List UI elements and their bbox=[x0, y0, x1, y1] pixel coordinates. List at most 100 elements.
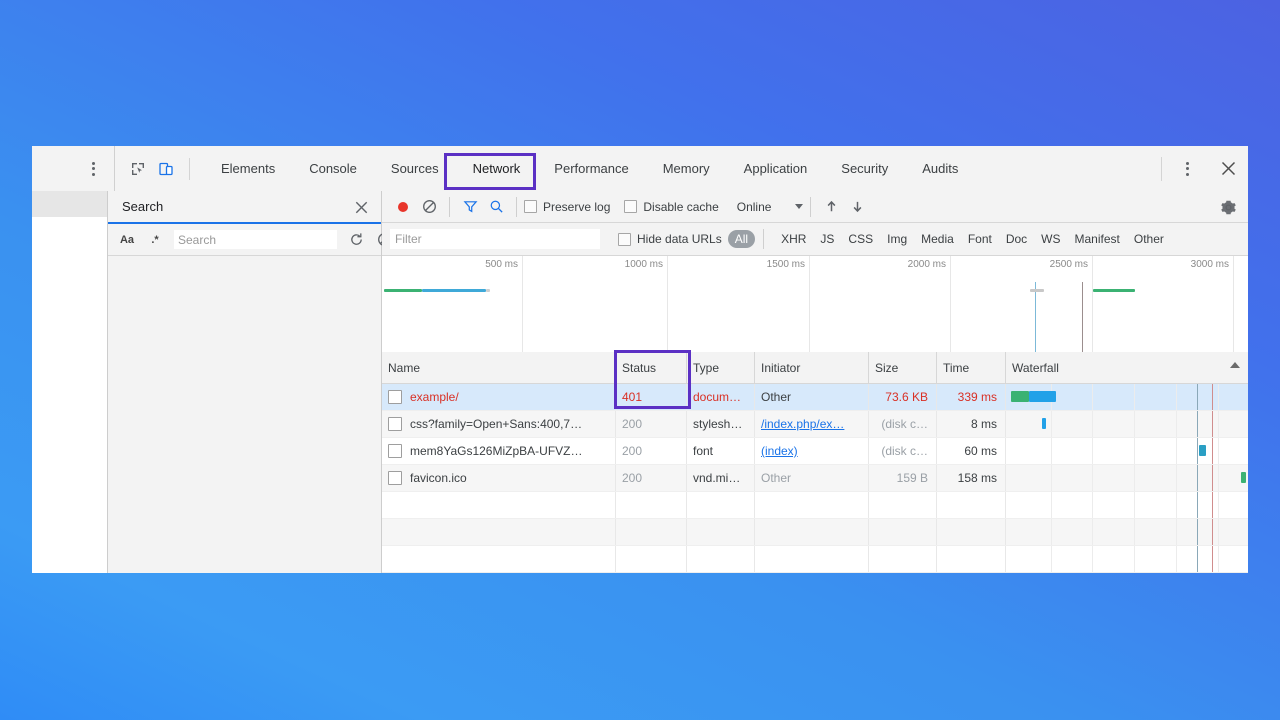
type-filter-xhr[interactable]: XHR bbox=[776, 230, 811, 248]
row-checkbox[interactable] bbox=[388, 417, 402, 431]
type-filter-other[interactable]: Other bbox=[1129, 230, 1169, 248]
empty-cell bbox=[937, 519, 1006, 545]
column-header-size[interactable]: Size bbox=[869, 352, 937, 383]
type-filter-all[interactable]: All bbox=[727, 230, 756, 248]
cell-name: example/ bbox=[382, 384, 616, 410]
tab-elements[interactable]: Elements bbox=[204, 146, 292, 191]
devtools-tabbar: Elements Console Sources Network Perform… bbox=[32, 146, 1248, 192]
empty-cell bbox=[937, 492, 1006, 518]
overview-gridline bbox=[522, 256, 523, 353]
type-filter-ws[interactable]: WS bbox=[1036, 230, 1065, 248]
row-checkbox[interactable] bbox=[388, 390, 402, 404]
hide-data-urls-checkbox[interactable]: Hide data URLs bbox=[618, 232, 722, 246]
left-drawer-tabstrip[interactable] bbox=[32, 191, 107, 217]
throttling-select[interactable]: Online bbox=[737, 200, 804, 214]
waterfall-gridline bbox=[1176, 411, 1177, 437]
tab-security[interactable]: Security bbox=[824, 146, 905, 191]
tabbar-right-divider bbox=[1161, 156, 1162, 181]
tabbar-left-spacer bbox=[32, 146, 72, 191]
waterfall-gridline bbox=[1092, 519, 1093, 545]
cell-waterfall bbox=[1006, 384, 1248, 410]
devtools-menu-icon[interactable] bbox=[1166, 146, 1208, 191]
tabbar-right-controls bbox=[1157, 146, 1248, 191]
type-filter-css[interactable]: CSS bbox=[843, 230, 878, 248]
waterfall-bar bbox=[1011, 391, 1029, 402]
network-overview-timeline[interactable]: 500 ms 1000 ms 1500 ms 2000 ms 2500 ms 3000 m… bbox=[382, 256, 1248, 354]
regex-button[interactable]: .* bbox=[144, 229, 166, 251]
table-row[interactable]: mem8YaGs126MiZpBA-UFVZ… 200 font (index) (di… bbox=[382, 438, 1248, 465]
table-row[interactable]: favicon.ico 200 vnd.mi… Other 159 B 158 ms bbox=[382, 465, 1248, 492]
filter-icon[interactable] bbox=[457, 194, 483, 220]
column-header-waterfall[interactable]: Waterfall bbox=[1006, 352, 1248, 383]
export-har-icon[interactable] bbox=[844, 194, 870, 220]
type-filter-manifest[interactable]: Manifest bbox=[1070, 230, 1125, 248]
column-header-status[interactable]: Status bbox=[616, 352, 687, 383]
column-header-initiator[interactable]: Initiator bbox=[755, 352, 869, 383]
waterfall-gridline bbox=[1092, 438, 1093, 464]
type-filter-doc[interactable]: Doc bbox=[1001, 230, 1032, 248]
overview-gridline bbox=[1092, 256, 1093, 353]
close-icon[interactable] bbox=[1208, 146, 1248, 191]
row-checkbox[interactable] bbox=[388, 471, 402, 485]
table-row[interactable]: css?family=Open+Sans:400,7… 200 stylesh… /i… bbox=[382, 411, 1248, 438]
empty-cell bbox=[755, 492, 869, 518]
tab-audits[interactable]: Audits bbox=[905, 146, 975, 191]
inspect-element-icon[interactable] bbox=[125, 156, 151, 182]
tab-performance[interactable]: Performance bbox=[537, 146, 645, 191]
type-filter-media[interactable]: Media bbox=[916, 230, 959, 248]
table-row[interactable]: example/401 docum… Other 73.6 KB 339 ms bbox=[382, 384, 1248, 411]
match-case-button[interactable]: Aa bbox=[116, 229, 138, 251]
waterfall-gridline bbox=[1218, 519, 1219, 545]
table-empty-row bbox=[382, 546, 1248, 573]
type-filter-js[interactable]: JS bbox=[815, 230, 839, 248]
cell-type: stylesh… bbox=[687, 411, 755, 437]
waterfall-bar bbox=[1241, 472, 1246, 483]
cell-status: 200 bbox=[616, 411, 687, 437]
tab-network[interactable]: Network bbox=[456, 146, 538, 191]
gear-icon[interactable] bbox=[1217, 196, 1239, 218]
search-icon[interactable] bbox=[483, 194, 509, 220]
search-toolbar: Aa .* bbox=[108, 224, 391, 256]
type-filter-img[interactable]: Img bbox=[882, 230, 912, 248]
close-icon[interactable] bbox=[351, 197, 371, 217]
tab-sources[interactable]: Sources bbox=[374, 146, 456, 191]
more-vertical-icon[interactable] bbox=[72, 146, 114, 191]
cell-status: 200 bbox=[616, 465, 687, 491]
column-header-type[interactable]: Type bbox=[687, 352, 755, 383]
tab-console[interactable]: Console bbox=[292, 146, 374, 191]
search-panel: Search Aa .* bbox=[108, 191, 391, 573]
cell-initiator: Other bbox=[755, 384, 869, 410]
device-toolbar-icon[interactable] bbox=[153, 156, 179, 182]
disable-cache-checkbox[interactable]: Disable cache bbox=[624, 199, 719, 214]
column-header-name[interactable]: Name bbox=[382, 352, 616, 383]
refresh-icon[interactable] bbox=[345, 229, 367, 251]
filter-input[interactable] bbox=[390, 229, 600, 249]
search-input[interactable] bbox=[174, 230, 337, 249]
overview-gridline bbox=[1233, 256, 1234, 353]
clear-icon[interactable] bbox=[416, 194, 442, 220]
type-filter-font[interactable]: Font bbox=[963, 230, 997, 248]
tab-memory[interactable]: Memory bbox=[646, 146, 727, 191]
initiator-label[interactable]: (index) bbox=[761, 444, 798, 458]
preserve-log-checkbox[interactable]: Preserve log bbox=[524, 200, 610, 214]
overview-gridline bbox=[809, 256, 810, 353]
record-icon[interactable] bbox=[390, 194, 416, 220]
overview-request-bar bbox=[384, 289, 422, 292]
waterfall-gridline bbox=[1134, 492, 1135, 518]
empty-cell bbox=[755, 519, 869, 545]
column-header-time[interactable]: Time bbox=[937, 352, 1006, 383]
import-har-icon[interactable] bbox=[818, 194, 844, 220]
tab-application[interactable]: Application bbox=[727, 146, 825, 191]
search-tab-header[interactable]: Search bbox=[108, 191, 381, 224]
waterfall-gridline bbox=[1176, 546, 1177, 572]
waterfall-event-line bbox=[1212, 411, 1213, 437]
waterfall-event-line bbox=[1212, 438, 1213, 464]
table-empty-row bbox=[382, 519, 1248, 546]
disable-cache-label: Disable cache bbox=[643, 199, 719, 214]
initiator-label[interactable]: /index.php/ex… bbox=[761, 417, 844, 431]
toolbar-divider bbox=[449, 196, 450, 217]
row-checkbox[interactable] bbox=[388, 444, 402, 458]
overview-request-bar bbox=[486, 289, 490, 292]
time-label: 60 ms bbox=[964, 444, 997, 458]
cell-type: docum… bbox=[687, 384, 755, 410]
